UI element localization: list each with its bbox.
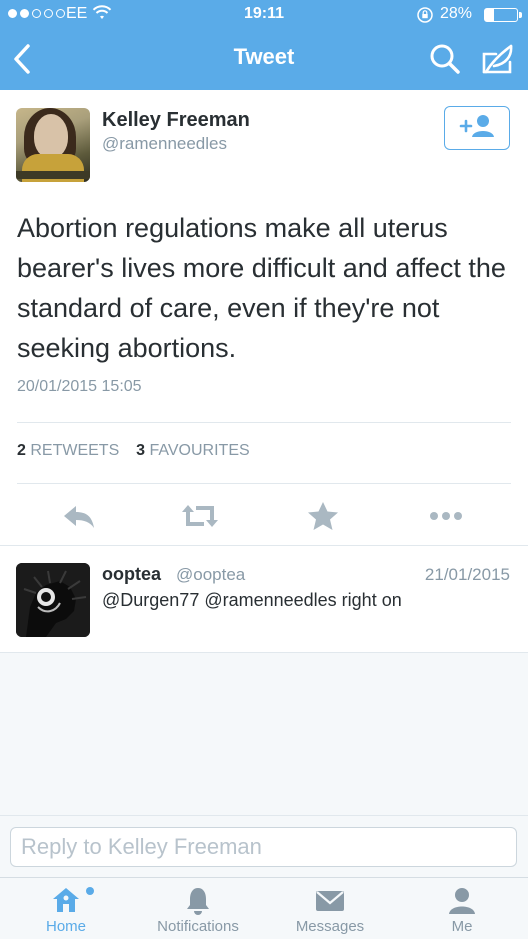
tab-home[interactable]: Home xyxy=(0,878,132,939)
tweet-actions xyxy=(0,490,528,544)
empty-area xyxy=(0,653,528,815)
tab-messages[interactable]: Messages xyxy=(264,878,396,939)
battery-icon xyxy=(484,8,522,22)
reply-author-handle[interactable]: @ooptea xyxy=(176,565,245,585)
tweet-timestamp: 20/01/2015 15:05 xyxy=(17,378,142,395)
reply-author-name[interactable]: ooptea xyxy=(102,564,161,585)
retweets-label: RETWEETS xyxy=(30,442,120,459)
retweets-count: 2 xyxy=(17,442,26,459)
favourite-star-icon[interactable] xyxy=(303,500,343,532)
tab-bar: Home Notifications Messages Me xyxy=(0,877,528,939)
status-bar: EE 19:11 28% xyxy=(0,0,528,30)
avatar[interactable] xyxy=(16,563,90,637)
follow-button[interactable] xyxy=(444,106,510,150)
tweet-text: Abortion regulations make all uterus bea… xyxy=(17,213,506,363)
avatar[interactable] xyxy=(16,108,90,182)
retweets-stat[interactable]: 2 RETWEETS xyxy=(17,442,123,459)
person-icon xyxy=(449,888,475,914)
more-icon[interactable] xyxy=(426,500,466,532)
search-icon[interactable] xyxy=(428,42,462,76)
tab-label: Notifications xyxy=(157,918,239,935)
tweet-stats: 2 RETWEETS 3 FAVOURITES xyxy=(17,442,258,460)
author-name[interactable]: Kelley Freeman xyxy=(102,109,250,132)
bell-icon xyxy=(187,888,209,915)
retweet-icon[interactable] xyxy=(180,500,220,532)
favourites-label: FAVOURITES xyxy=(149,442,250,459)
battery-percentage: 28% xyxy=(440,5,473,22)
envelope-icon xyxy=(316,891,344,911)
reply-input[interactable] xyxy=(10,827,517,867)
author-handle[interactable]: @ramenneedles xyxy=(102,134,227,154)
add-user-icon xyxy=(459,114,494,137)
divider xyxy=(17,422,511,423)
tab-notifications[interactable]: Notifications xyxy=(132,878,264,939)
divider xyxy=(17,483,511,484)
notification-dot xyxy=(86,887,94,895)
tab-label: Home xyxy=(45,918,86,935)
reply-icon[interactable] xyxy=(60,500,100,532)
reply-text: @Durgen77 @ramenneedles right on xyxy=(102,590,402,610)
tab-label: Me xyxy=(451,918,473,935)
favourites-count: 3 xyxy=(136,442,146,459)
rotation-lock-icon xyxy=(417,7,433,23)
home-icon xyxy=(53,888,79,912)
reply-list-item[interactable]: ooptea @ooptea 21/01/2015 @Durgen77 @ram… xyxy=(0,545,528,653)
tab-me[interactable]: Me xyxy=(396,878,528,939)
reply-date: 21/01/2015 xyxy=(424,565,510,584)
header: EE 19:11 28% Tweet xyxy=(0,0,528,90)
tab-label: Messages xyxy=(295,918,365,935)
compose-icon[interactable] xyxy=(480,42,516,76)
reply-bar xyxy=(0,815,528,877)
favourites-stat[interactable]: 3 FAVOURITES xyxy=(136,442,254,459)
